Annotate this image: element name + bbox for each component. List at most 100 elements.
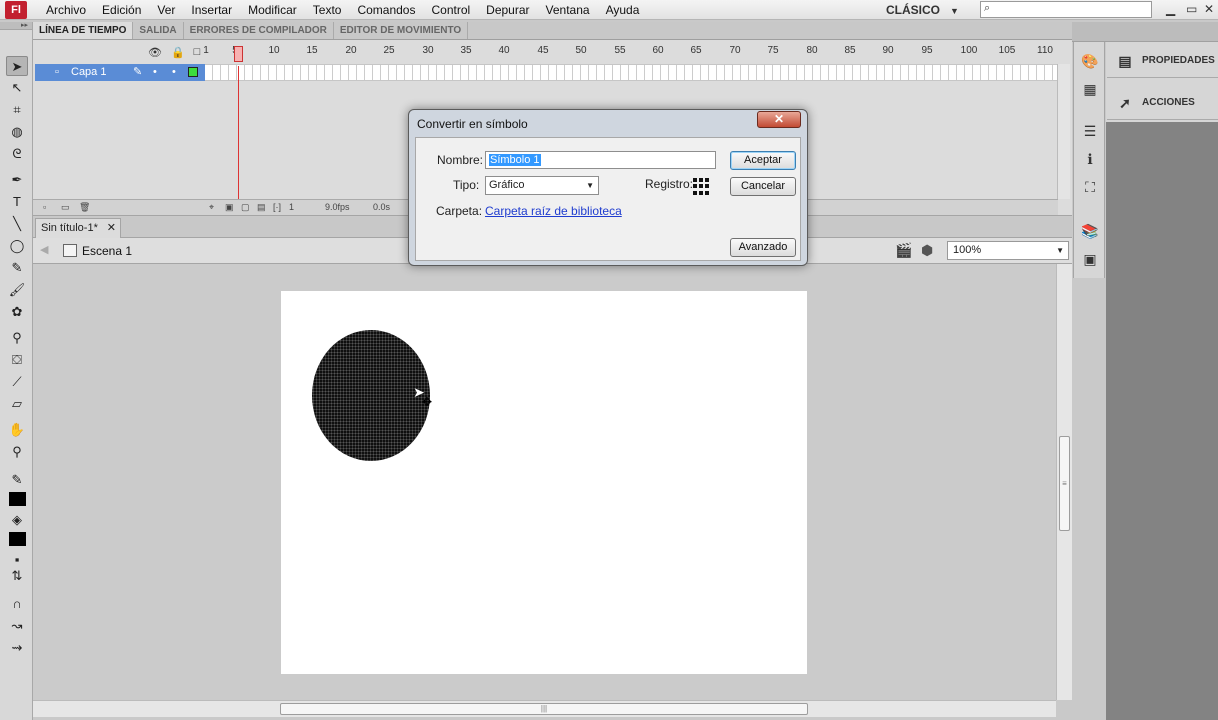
document-tab[interactable]: Sin título-1* ✕	[35, 218, 121, 238]
swap-colors-icon[interactable]: ⇅	[6, 566, 28, 586]
back-arrow-icon[interactable]: ◀	[40, 243, 48, 256]
layer-row[interactable]: ▫ Capa 1 ✎ • •	[35, 64, 205, 81]
pen-tool-icon[interactable]: ✒	[6, 170, 28, 190]
menu-archivo[interactable]: Archivo	[38, 3, 94, 17]
edit-multiple-icon[interactable]: ▤	[257, 202, 266, 213]
line-tool-icon[interactable]: ╲	[6, 214, 28, 234]
brush-tool-icon[interactable]: 🖌	[6, 280, 28, 300]
smooth-icon[interactable]: ↝	[6, 616, 28, 636]
stroke-color-icon[interactable]: ✎	[6, 470, 28, 490]
layer-toggle-icons: 👁 🔒 □	[148, 46, 200, 59]
subselection-tool-icon[interactable]: ↖	[6, 78, 28, 98]
modify-markers-icon[interactable]: [·]	[273, 202, 281, 212]
hand-tool-icon[interactable]: ✋	[6, 420, 28, 440]
menu-insertar[interactable]: Insertar	[183, 3, 240, 17]
visibility-dot-icon[interactable]: •	[153, 64, 157, 81]
advanced-button[interactable]: Avanzado	[730, 238, 796, 257]
menu-ayuda[interactable]: Ayuda	[598, 3, 648, 17]
bone-tool-icon[interactable]: ⚲	[6, 328, 28, 348]
menu-texto[interactable]: Texto	[305, 3, 350, 17]
tab-compiler-errors[interactable]: ERRORES DE COMPILADOR	[184, 22, 334, 39]
tab-timeline[interactable]: LÍNEA DE TIEMPO	[33, 22, 134, 39]
deco-tool-icon[interactable]: ✿	[6, 302, 28, 322]
outline-color-icon[interactable]	[188, 67, 198, 77]
lock-dot-icon[interactable]: •	[172, 64, 176, 81]
straighten-icon[interactable]: ⇝	[6, 638, 28, 658]
new-layer-icon[interactable]: ▫	[43, 202, 46, 212]
scrollbar-thumb[interactable]: ≡	[1059, 436, 1070, 531]
panel-grip-icon[interactable]: ▸▸	[0, 22, 32, 30]
onion-skin-icon[interactable]: ▣	[225, 202, 234, 213]
paint-bucket-tool-icon[interactable]: ⛋	[6, 350, 28, 370]
info-panel-icon[interactable]: ℹ	[1081, 150, 1099, 168]
menu-control[interactable]: Control	[423, 3, 478, 17]
scene-name[interactable]: Escena 1	[82, 244, 132, 258]
onion-outline-icon[interactable]: ▢	[241, 202, 250, 213]
lock-icon[interactable]: 🔒	[171, 46, 185, 59]
edit-symbols-icon[interactable]: ⬢	[921, 242, 933, 259]
menu-ver[interactable]: Ver	[149, 3, 183, 17]
zoom-tool-icon[interactable]: ⚲	[6, 442, 28, 462]
edit-scene-icon[interactable]: 🎬	[895, 242, 912, 259]
3d-rotation-tool-icon[interactable]: ◍	[6, 122, 28, 142]
close-window-icon[interactable]: ✕	[1204, 2, 1214, 16]
menu-comandos[interactable]: Comandos	[349, 3, 423, 17]
workspace-switcher[interactable]: CLÁSICO ▼	[886, 0, 959, 20]
stage[interactable]: ➤ ✥	[281, 291, 807, 674]
tab-motion-editor[interactable]: EDITOR DE MOVIMIENTO	[334, 22, 469, 39]
menu-ventana[interactable]: Ventana	[538, 3, 598, 17]
eye-icon[interactable]: 👁	[148, 46, 162, 59]
timeline-scrollbar[interactable]	[1057, 64, 1070, 199]
restore-icon[interactable]: ▭	[1186, 2, 1197, 16]
fill-color-swatch[interactable]	[9, 532, 26, 546]
stage-vertical-scrollbar[interactable]: ≡	[1056, 264, 1072, 700]
actions-panel-button[interactable]: ➚ ACCIONES	[1107, 86, 1218, 120]
color-panel-icon[interactable]: 🎨	[1081, 52, 1099, 70]
free-transform-tool-icon[interactable]: ⌗	[6, 100, 28, 120]
library-panel-icon[interactable]: 📚	[1081, 222, 1099, 240]
menu-modificar[interactable]: Modificar	[240, 3, 305, 17]
stage-horizontal-scrollbar[interactable]: |||	[33, 700, 1056, 717]
new-folder-icon[interactable]: ▭	[61, 202, 70, 213]
frame-rate[interactable]: 9.0fps	[325, 202, 350, 212]
snap-magnet-icon[interactable]: ∩	[6, 594, 28, 614]
playhead-handle[interactable]	[234, 46, 243, 62]
stroke-color-swatch[interactable]	[9, 492, 26, 506]
text-tool-icon[interactable]: T	[6, 192, 28, 212]
selection-tool-icon[interactable]: ➤	[6, 56, 28, 76]
lasso-tool-icon[interactable]: ᘓ	[6, 144, 28, 164]
right-empty-area	[1106, 122, 1218, 720]
frame-grid[interactable]	[205, 64, 1057, 81]
outline-icon[interactable]: □	[194, 46, 201, 59]
align-panel-icon[interactable]: ☰	[1081, 122, 1099, 140]
layer-icon: ▫	[55, 66, 59, 78]
center-frame-icon[interactable]: ⌖	[209, 202, 214, 213]
frame-ruler: 1 5 10 15 20 25 30 35 40 45 50 55 60 65 …	[203, 43, 1057, 63]
tab-output[interactable]: SALIDA	[133, 22, 184, 39]
zoom-select[interactable]: 100% ▼	[947, 241, 1069, 260]
accept-button[interactable]: Aceptar	[730, 151, 796, 170]
menu-edicion[interactable]: Edición	[94, 3, 149, 17]
cancel-button[interactable]: Cancelar	[730, 177, 796, 196]
delete-layer-icon[interactable]: 🗑	[79, 202, 90, 213]
close-icon[interactable]: ✕	[107, 219, 116, 237]
minimize-icon[interactable]: ▁	[1166, 2, 1175, 16]
registration-grid-icon[interactable]	[693, 178, 713, 195]
menu-depurar[interactable]: Depurar	[478, 3, 537, 17]
search-input[interactable]: ⌕	[980, 1, 1152, 18]
ruler-tick: 50	[575, 45, 587, 56]
scrollbar-thumb[interactable]: |||	[280, 703, 808, 715]
pencil-tool-icon[interactable]: ✎	[6, 258, 28, 278]
symbol-name-input[interactable]: Símbolo 1	[485, 151, 716, 169]
properties-panel-button[interactable]: ▤ PROPIEDADES	[1107, 44, 1218, 78]
dialog-close-button[interactable]: ✕	[757, 111, 801, 128]
library-folder-link[interactable]: Carpeta raíz de biblioteca	[485, 204, 622, 218]
swatches-panel-icon[interactable]: ▦	[1081, 80, 1099, 98]
oval-tool-icon[interactable]: ◯	[6, 236, 28, 256]
transform-panel-icon[interactable]: ⛶	[1081, 178, 1099, 196]
fill-color-icon[interactable]: ◈	[6, 510, 28, 530]
eraser-tool-icon[interactable]: ▱	[6, 394, 28, 414]
symbol-type-select[interactable]: Gráfico ▼	[485, 176, 599, 195]
components-panel-icon[interactable]: ▣	[1081, 250, 1099, 268]
eyedropper-tool-icon[interactable]: ⟋	[6, 372, 28, 392]
